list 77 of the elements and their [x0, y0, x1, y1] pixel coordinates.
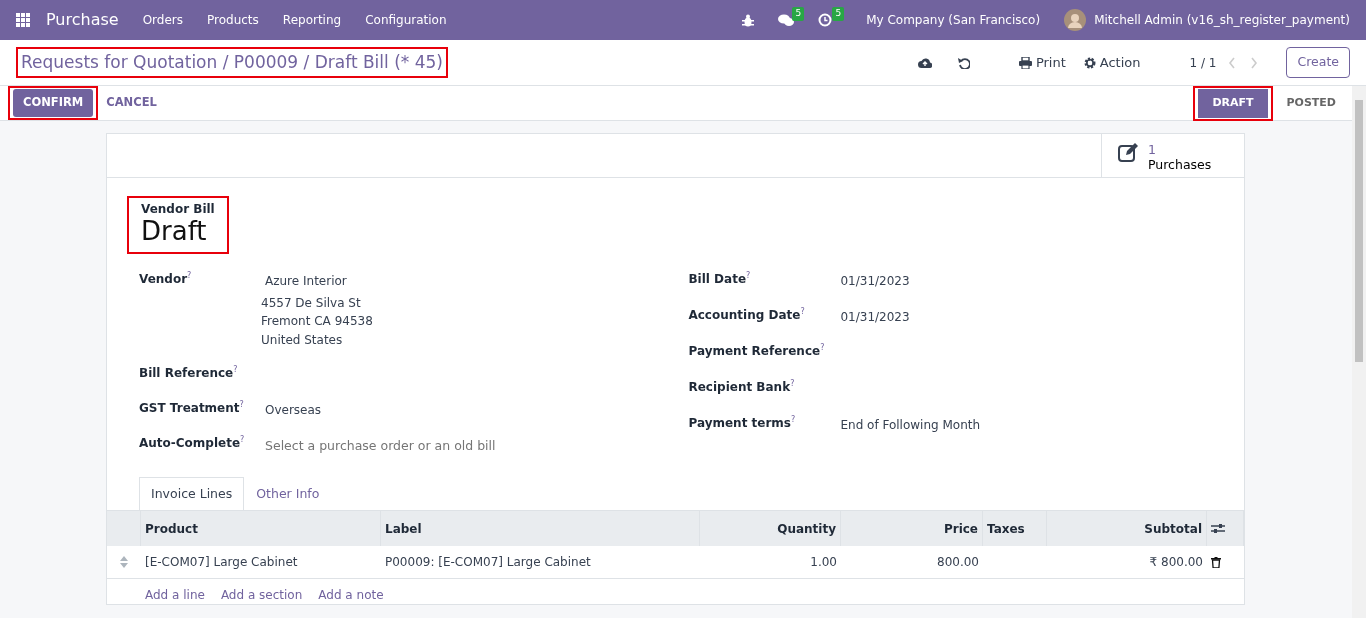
address-line: 4557 De Silva St [261, 294, 362, 312]
help-icon[interactable]: ? [746, 270, 751, 280]
table-cell: 800.00 [841, 546, 983, 580]
cloud-upload-icon[interactable] [917, 57, 932, 68]
table-cell: 1.00 [700, 546, 841, 580]
field-label: Recipient Bank [688, 379, 791, 394]
action-button[interactable]: Action [1082, 51, 1142, 74]
menu-item[interactable]: Reporting [282, 11, 342, 29]
field-label: Payment Reference [688, 343, 821, 358]
menu-item[interactable]: Products [207, 11, 259, 29]
apps-menu-icon[interactable] [16, 13, 30, 27]
field-label: Vendor [139, 271, 188, 286]
add-link[interactable]: Add a section [220, 586, 303, 605]
field-value[interactable]: 01/31/2023 [836, 271, 910, 290]
field-label: Bill Date [688, 271, 747, 286]
printer-icon [1018, 56, 1032, 69]
smart-button-label: Purchases [1148, 157, 1212, 172]
document-title: Draft [141, 216, 208, 248]
trash-icon[interactable] [1211, 556, 1221, 568]
help-icon[interactable]: ? [233, 364, 238, 374]
confirm-button[interactable]: CONFIRM [13, 89, 94, 117]
scrollbar-thumb[interactable] [1355, 100, 1363, 362]
field-value[interactable]: Overseas [261, 400, 322, 419]
column-header: Quantity [700, 511, 841, 547]
count-badge: 5 [792, 7, 805, 21]
edit-icon [1118, 142, 1140, 162]
bug-icon[interactable] [742, 13, 755, 27]
column-header: Product [141, 511, 381, 547]
column-header: Taxes [983, 511, 1047, 547]
purchase-count: 1 [1148, 142, 1157, 157]
help-icon[interactable]: ? [791, 414, 796, 424]
drag-handle-icon[interactable] [120, 556, 128, 569]
app-name[interactable]: Purchase [46, 8, 119, 32]
field-label: Bill Reference [139, 365, 234, 380]
table-cell: [E-COM07] Large Cabinet [141, 546, 381, 580]
help-icon[interactable]: ? [820, 342, 825, 352]
form-tab[interactable]: Other Info [244, 476, 332, 511]
address-line: Fremont CA 94538 [261, 313, 373, 331]
user-menu[interactable]: Mitchell Admin (v16_sh_register_payment) [1094, 11, 1350, 29]
help-icon[interactable]: ? [239, 399, 244, 409]
field-value[interactable]: End of Following Month [836, 415, 981, 434]
help-icon[interactable]: ? [800, 306, 805, 316]
field-label: Payment terms [688, 415, 791, 430]
pager-value: 1 / 1 [1189, 54, 1217, 72]
menu-item[interactable]: Configuration [365, 11, 447, 29]
menu-item[interactable]: Orders [142, 11, 183, 29]
form-tab[interactable]: Invoice Lines [139, 476, 245, 511]
help-icon[interactable]: ? [790, 378, 795, 388]
undo-icon[interactable] [957, 56, 970, 69]
field-label: GST Treatment [139, 400, 240, 415]
print-button[interactable]: Print [1017, 51, 1067, 74]
cancel-button[interactable]: CANCEL [98, 89, 165, 117]
column-settings-icon[interactable] [1211, 523, 1225, 535]
company-switcher[interactable]: My Company (San Francisco) [866, 11, 1041, 29]
field-label: Accounting Date [688, 307, 801, 322]
status-stage[interactable]: DRAFT [1198, 88, 1268, 118]
document-type: Vendor Bill [141, 202, 215, 217]
avatar-icon[interactable] [1064, 9, 1087, 31]
help-icon[interactable]: ? [187, 270, 192, 280]
gear-icon [1083, 56, 1096, 69]
add-link[interactable]: Add a note [318, 586, 384, 605]
auto-complete-field[interactable]: Select a purchase order or an old bill [261, 435, 561, 457]
create-button[interactable]: Create [1286, 47, 1350, 78]
field-value[interactable]: 01/31/2023 [836, 307, 910, 326]
column-header: Label [381, 511, 700, 547]
count-badge: 5 [832, 7, 845, 21]
breadcrumb-text[interactable]: Requests for Quotation / P00009 / Draft Bill (* 45) [21, 49, 443, 76]
add-link[interactable]: Add a line [145, 586, 205, 605]
column-header: Subtotal [1047, 511, 1207, 547]
field-value[interactable]: Azure Interior [261, 271, 373, 290]
field-label: Auto-Complete [139, 435, 241, 450]
help-icon[interactable]: ? [240, 434, 245, 444]
chat-icon[interactable] [778, 13, 795, 27]
column-header: Price [841, 511, 983, 547]
table-cell: P00009: [E-COM07] Large Cabinet [381, 546, 700, 580]
address-line: United States [261, 331, 344, 349]
table-cell: ₹ 800.00 [1047, 546, 1207, 580]
